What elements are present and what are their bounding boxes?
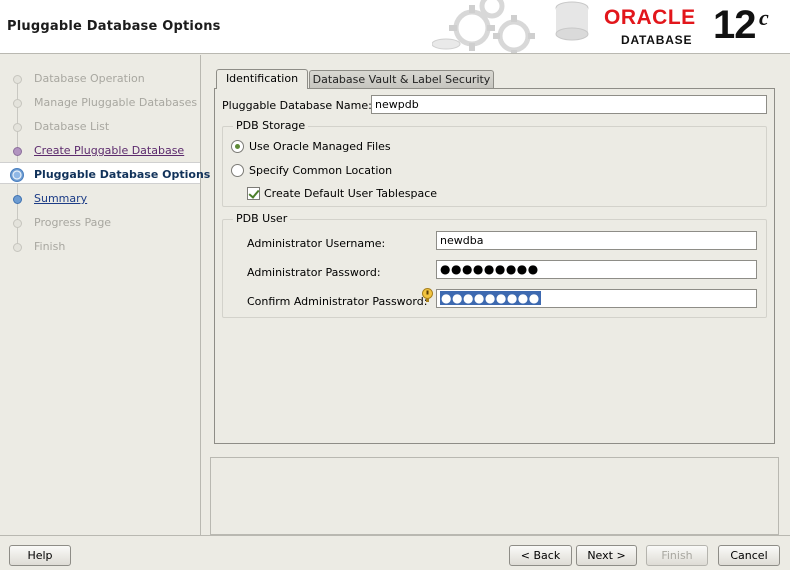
nav-step-manage-pluggable-databases: Manage Pluggable Databases: [0, 91, 200, 113]
admin-username-label: Administrator Username:: [247, 237, 386, 250]
wizard-steps-nav: Database Operation Manage Pluggable Data…: [0, 55, 210, 535]
oracle-logo-version-suffix: c: [759, 5, 769, 30]
step-dot-icon: [13, 219, 22, 228]
next-button-label: Next >: [587, 549, 626, 562]
oracle-logo-version: 12: [713, 3, 756, 47]
step-current-icon: [10, 168, 24, 182]
help-button-label: Help: [27, 549, 53, 562]
step-dot-icon: [13, 243, 22, 252]
finish-button: Finish: [646, 545, 708, 566]
nav-step-label: Database Operation: [34, 72, 145, 85]
back-button-label: < Back: [520, 549, 561, 562]
tab-identification[interactable]: Identification: [216, 69, 308, 89]
nav-step-database-list: Database List: [0, 115, 200, 137]
message-area: [210, 457, 779, 535]
specify-common-location-label[interactable]: Specify Common Location: [249, 164, 392, 177]
confirm-password-value: ●●●●●●●●●: [440, 291, 541, 305]
nav-step-label[interactable]: Summary: [34, 192, 87, 205]
back-button[interactable]: < Back: [509, 545, 572, 566]
finish-button-label: Finish: [661, 549, 693, 562]
nav-step-finish: Finish: [0, 235, 200, 257]
specify-common-location-radio[interactable]: [231, 164, 244, 177]
warning-hint-icon: [422, 288, 433, 302]
nav-step-progress-page: Progress Page: [0, 211, 200, 233]
pdb-name-input[interactable]: newpdb: [371, 95, 767, 114]
nav-step-label: Finish: [34, 240, 66, 253]
pdb-name-label: Pluggable Database Name:: [222, 99, 372, 112]
step-dot-icon: [13, 147, 22, 156]
create-default-tablespace-label[interactable]: Create Default User Tablespace: [264, 187, 437, 200]
admin-password-label: Administrator Password:: [247, 266, 381, 279]
nav-step-label: Database List: [34, 120, 110, 133]
create-default-tablespace-checkbox[interactable]: [247, 187, 260, 200]
nav-step-label: Progress Page: [34, 216, 112, 229]
step-dot-icon: [13, 99, 22, 108]
step-dot-icon: [13, 123, 22, 132]
pdb-storage-title: PDB Storage: [233, 119, 309, 132]
confirm-password-input[interactable]: ●●●●●●●●●: [436, 289, 757, 308]
tab-database-vault[interactable]: Database Vault & Label Security: [309, 70, 494, 88]
nav-step-label: Pluggable Database Options: [34, 168, 211, 181]
page-title: Pluggable Database Options: [7, 19, 221, 34]
pdb-user-title: PDB User: [233, 212, 291, 225]
admin-password-input[interactable]: ●●●●●●●●●: [436, 260, 757, 279]
confirm-password-label: Confirm Administrator Password:: [247, 295, 428, 308]
admin-username-input[interactable]: newdba: [436, 231, 757, 250]
use-oracle-managed-files-radio[interactable]: [231, 140, 244, 153]
nav-step-database-operation: Database Operation: [0, 67, 200, 89]
footer-divider: [0, 535, 790, 536]
cancel-button-label: Cancel: [730, 549, 768, 562]
cancel-button[interactable]: Cancel: [718, 545, 780, 566]
nav-step-pluggable-database-options: Pluggable Database Options: [0, 162, 210, 184]
step-dot-icon: [13, 75, 22, 84]
nav-step-summary[interactable]: Summary: [0, 187, 200, 209]
nav-step-create-pluggable-database[interactable]: Create Pluggable Database: [0, 139, 200, 161]
nav-step-label: Manage Pluggable Databases: [34, 96, 198, 109]
help-button[interactable]: Help: [9, 545, 71, 566]
nav-step-label[interactable]: Create Pluggable Database: [34, 144, 184, 157]
oracle-logo-database: DATABASE: [621, 33, 693, 47]
use-oracle-managed-files-label[interactable]: Use Oracle Managed Files: [249, 140, 391, 153]
oracle-logo: ORACLE: [604, 6, 696, 29]
gears-graphic-icon: [432, 0, 589, 53]
step-dot-icon: [13, 195, 22, 204]
next-button[interactable]: Next >: [576, 545, 637, 566]
wizard-header: Pluggable Database Options ORACLE DATABA…: [0, 0, 790, 54]
